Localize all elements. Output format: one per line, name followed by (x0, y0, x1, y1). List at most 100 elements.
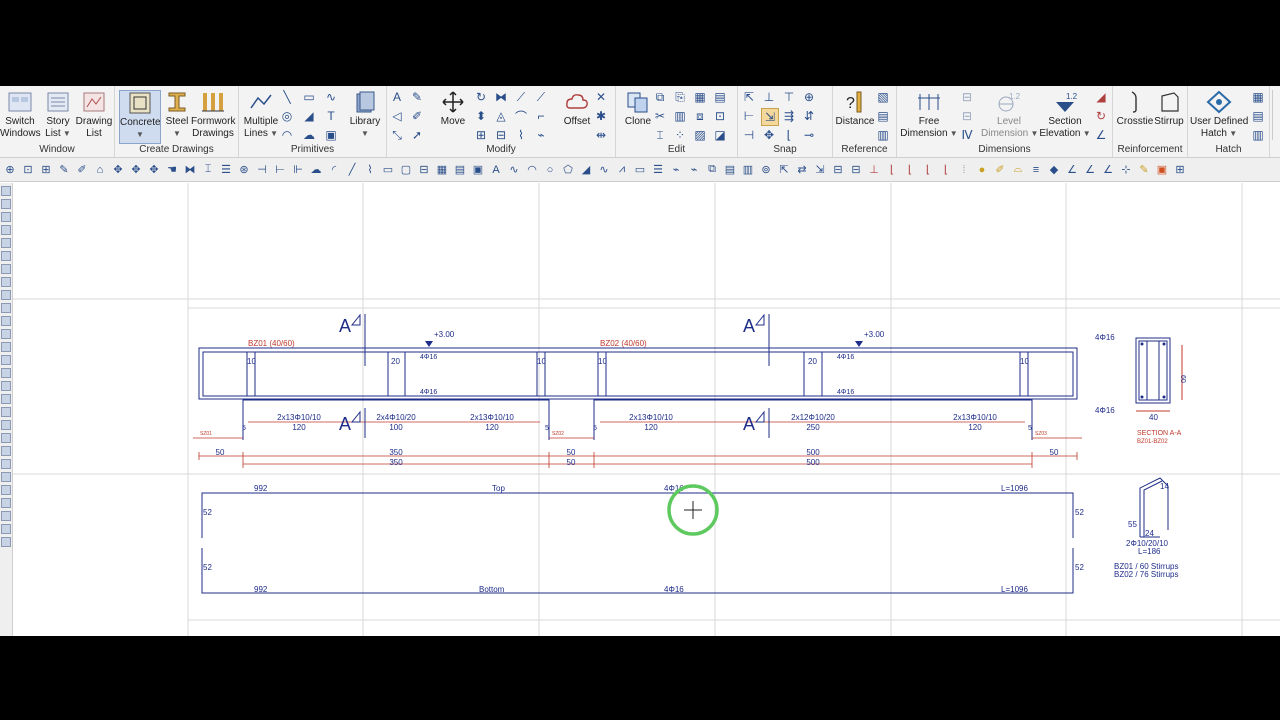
arc2-icon[interactable]: ◠ (524, 162, 540, 178)
extend-icon[interactable]: ⊢ (272, 162, 288, 178)
palette-tool-icon[interactable] (1, 199, 11, 209)
grid-icon[interactable]: ▦ (692, 89, 708, 105)
pointer-icon[interactable]: ➚ (409, 127, 425, 143)
snap-intersection-icon[interactable]: ⊢ (741, 108, 757, 124)
target-icon[interactable]: ⊛ (236, 162, 252, 178)
text-edit-icon[interactable]: A (389, 89, 405, 105)
palette-tool-icon[interactable] (1, 238, 11, 248)
palette-tool-icon[interactable] (1, 381, 11, 391)
angle2-icon[interactable]: ∠ (1082, 162, 1098, 178)
slab-icon[interactable]: ⌓ (1010, 162, 1026, 178)
rect-icon[interactable]: ▭ (380, 162, 396, 178)
link-icon[interactable]: ⌁ (668, 162, 684, 178)
offset-button[interactable]: Offset (557, 90, 597, 128)
car-icon[interactable]: ⊚ (758, 162, 774, 178)
text-icon[interactable]: T (323, 108, 339, 124)
palette-tool-icon[interactable] (1, 290, 11, 300)
drawing-list-button[interactable]: Drawing List (74, 90, 114, 140)
pencil-icon[interactable]: ✐ (74, 162, 90, 178)
palette-tool-icon[interactable] (1, 472, 11, 482)
trim-icon[interactable]: ⟋ (513, 89, 529, 105)
table2-icon[interactable]: ▤ (722, 162, 738, 178)
stretch-icon[interactable]: ⊩ (290, 162, 306, 178)
palette-tool-icon[interactable] (1, 537, 11, 547)
story-list-button[interactable]: Story List ▼ (38, 90, 78, 140)
palette-tool-icon[interactable] (1, 225, 11, 235)
palette-tool-icon[interactable] (1, 420, 11, 430)
text-icon[interactable]: A (488, 162, 504, 178)
layers-icon[interactable]: ⧈ (692, 108, 708, 124)
pencil-icon[interactable]: ✎ (409, 89, 425, 105)
zoom-icon[interactable]: ⊕ (2, 162, 18, 178)
chamfer-icon[interactable]: ⌐ (533, 108, 549, 124)
palette-tool-icon[interactable] (1, 342, 11, 352)
beam-icon[interactable]: ⌶ (652, 127, 668, 143)
circle-icon[interactable]: ○ (542, 162, 558, 178)
snap-center-icon[interactable]: ⊕ (801, 89, 817, 105)
zoom-extents-icon[interactable]: ⊞ (38, 162, 54, 178)
pen-icon[interactable]: ✎ (56, 162, 72, 178)
snap-tangent-icon[interactable]: ⇵ (801, 108, 817, 124)
triangle-icon[interactable]: ◢ (301, 108, 317, 124)
section-elevation-button[interactable]: 1.2 Section Elevation ▼ (1037, 90, 1093, 140)
beam-icon[interactable]: ⌶ (200, 162, 216, 178)
erase-icon[interactable]: ◁ (389, 108, 405, 124)
align-icon[interactable]: ◬ (493, 108, 509, 124)
points-icon[interactable]: ⁘ (672, 127, 688, 143)
node-icon[interactable]: ⊹ (1118, 162, 1134, 178)
table4-icon[interactable]: ⊞ (1172, 162, 1188, 178)
chain-icon[interactable]: ⌁ (686, 162, 702, 178)
fillet-icon[interactable]: ⌒ (513, 108, 529, 124)
list-icon[interactable]: ☰ (650, 162, 666, 178)
palette-tool-icon[interactable] (1, 186, 11, 196)
snap-node-icon[interactable]: ✥ (761, 127, 777, 143)
curve-icon[interactable]: ∿ (506, 162, 522, 178)
polygon-icon[interactable]: ⬠ (560, 162, 576, 178)
hatch-icon[interactable]: ▨ (692, 127, 708, 143)
tag-icon[interactable]: ⌂ (92, 162, 108, 178)
copy-move-icon[interactable]: ✥ (146, 162, 162, 178)
library-button[interactable]: Library ▼ (345, 90, 385, 140)
palette-tool-icon[interactable] (1, 355, 11, 365)
polyline-icon[interactable]: ⌇ (362, 162, 378, 178)
trim-icon[interactable]: ⊣ (254, 162, 270, 178)
arc-icon[interactable]: ◜ (326, 162, 342, 178)
axis-l3-icon[interactable]: ⌊ (920, 162, 936, 178)
grid-icon[interactable]: ▦ (434, 162, 450, 178)
paint-icon[interactable]: ✎ (1136, 162, 1152, 178)
mirror-icon[interactable]: ⧓ (182, 162, 198, 178)
hatch-lines-icon[interactable]: ▤ (1250, 108, 1266, 124)
split-icon[interactable]: ✱ (593, 108, 609, 124)
axis-x-icon[interactable]: ⊥ (866, 162, 882, 178)
level-mark-icon[interactable]: ◢ (1093, 89, 1109, 105)
palette-tool-icon[interactable] (1, 394, 11, 404)
properties-icon[interactable]: ▤ (712, 89, 728, 105)
palette-tool-icon[interactable] (1, 407, 11, 417)
cut-icon[interactable]: ✂ (652, 108, 668, 124)
zigzag-icon[interactable]: ⩘ (614, 162, 630, 178)
palette-tool-icon[interactable] (1, 316, 11, 326)
brush-icon[interactable]: ✐ (409, 108, 425, 124)
area-icon[interactable]: ▧ (875, 89, 891, 105)
distance-button[interactable]: ? Distance (835, 90, 875, 128)
drawing-svg[interactable]: A A A A +3.00 +3.00 BZ01 (40/60) BZ02 (4… (13, 183, 1280, 636)
layers-icon[interactable]: ⧉ (704, 162, 720, 178)
switch-windows-button[interactable]: Switch Windows (0, 90, 41, 140)
move-button[interactable]: Move (433, 90, 473, 128)
paste-icon[interactable]: ⎘ (672, 89, 688, 105)
hand-icon[interactable]: ☚ (164, 162, 180, 178)
snap-extension-icon[interactable]: ⊸ (801, 127, 817, 143)
window-icon[interactable]: ▣ (1154, 162, 1170, 178)
image-icon[interactable]: ▣ (323, 127, 339, 143)
explode-icon[interactable]: ⊟ (493, 127, 509, 143)
snap-parallel-icon[interactable]: ⇶ (781, 108, 797, 124)
palette-tool-icon[interactable] (1, 277, 11, 287)
dimension-icon[interactable]: ⊟ (416, 162, 432, 178)
rotate-icon[interactable]: ↻ (473, 89, 489, 105)
rectangle-icon[interactable]: ▭ (301, 89, 317, 105)
copy-icon[interactable]: ⧉ (652, 89, 668, 105)
formwork-drawings-button[interactable]: Formwork Drawings (191, 90, 235, 140)
line-icon[interactable]: ╲ (279, 89, 295, 105)
concrete-button[interactable]: Concrete ▼ (119, 90, 161, 144)
palette-tool-icon[interactable] (1, 446, 11, 456)
